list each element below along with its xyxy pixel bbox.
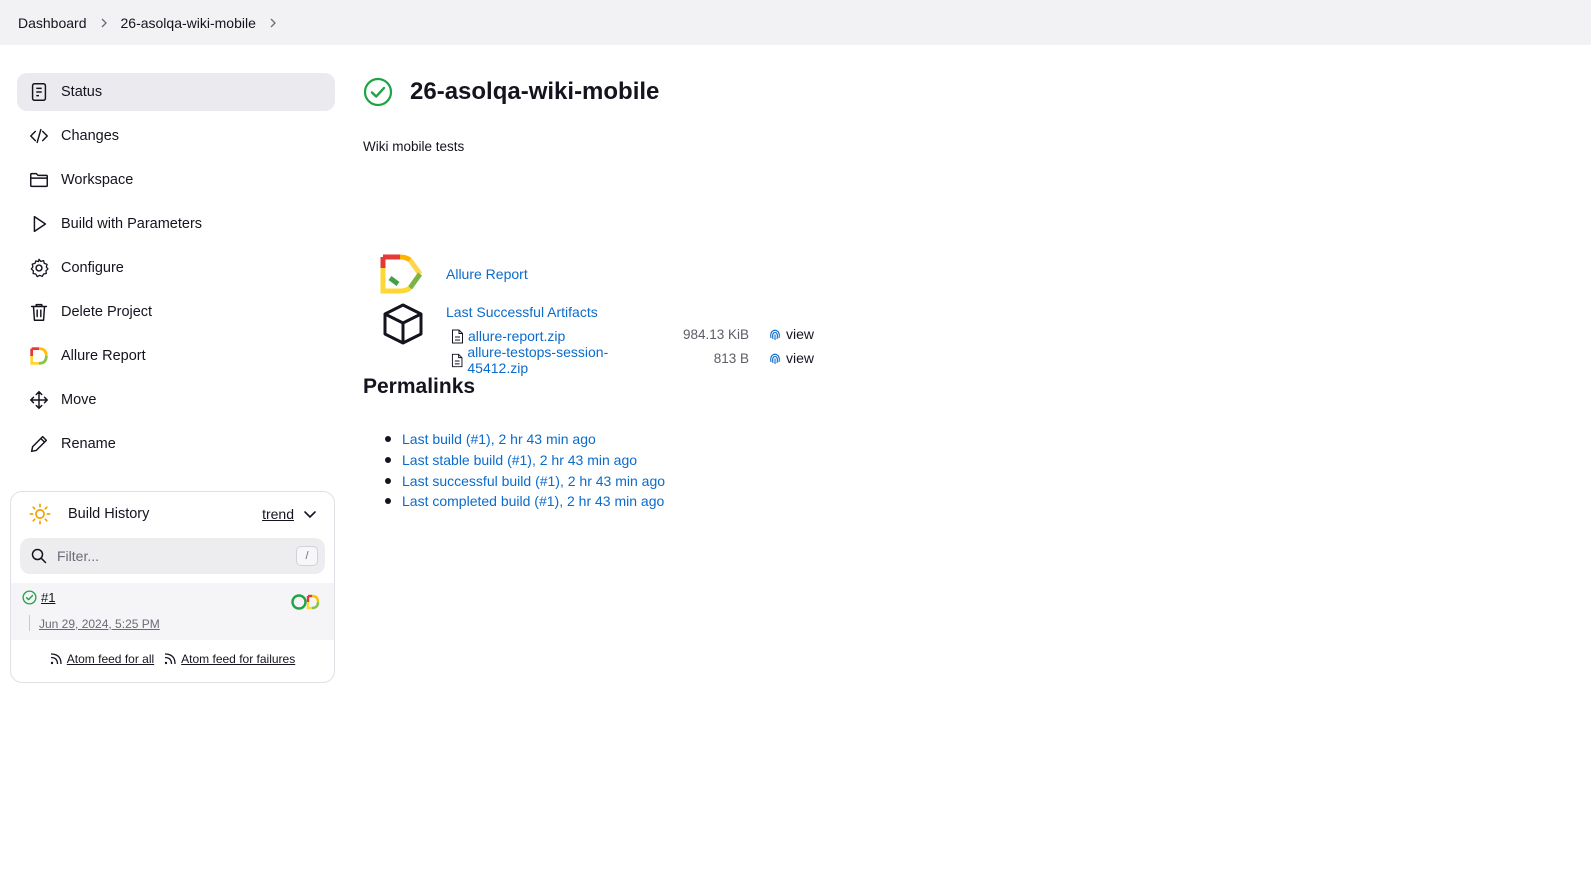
artifact-link[interactable]: allure-report.zip: [468, 328, 565, 344]
permalink-last-successful-build[interactable]: Last successful build (#1), 2 hr 43 min …: [402, 473, 665, 489]
sidebar-item-label: Move: [61, 392, 97, 408]
breadcrumb: Dashboard 26-asolqa-wiki-mobile: [0, 0, 1591, 45]
artifact-view-label: view: [786, 326, 815, 342]
artifact-size: 813 B: [713, 351, 749, 366]
permalink-last-build[interactable]: Last build (#1), 2 hr 43 min ago: [402, 431, 596, 447]
fingerprint-icon: [770, 353, 780, 364]
gear-icon: [27, 256, 51, 280]
list-item: Last completed build (#1), 2 hr 43 min a…: [385, 491, 665, 512]
sidebar-item-label: Changes: [61, 128, 120, 144]
move-icon: [27, 388, 51, 412]
sidebar: Status Changes Workspace Build with Para…: [17, 73, 335, 469]
sidebar-item-label: Rename: [61, 436, 116, 452]
artifact-link[interactable]: allure-testops-session-45412.zip: [467, 344, 659, 376]
page-title: 26-asolqa-wiki-mobile: [410, 78, 660, 105]
permalinks-heading: Permalinks: [363, 375, 476, 398]
sidebar-item-label: Allure Report: [61, 348, 146, 364]
list-item: Last build (#1), 2 hr 43 min ago: [385, 429, 665, 450]
success-check-icon: [22, 590, 37, 605]
atom-feed-all-label: Atom feed for all: [66, 652, 155, 666]
sidebar-item-label: Configure: [61, 260, 124, 276]
search-icon: [31, 548, 47, 564]
breadcrumb-project[interactable]: 26-asolqa-wiki-mobile: [121, 15, 256, 31]
build-filter: /: [20, 538, 325, 574]
folder-icon: [27, 168, 51, 192]
sidebar-item-label: Build with Parameters: [61, 216, 203, 232]
filter-input[interactable]: [57, 548, 277, 564]
build-history-title: Build History: [68, 506, 150, 522]
atom-feed-failures-link[interactable]: Atom feed for failures: [164, 652, 295, 666]
build-row[interactable]: #1 Jun 29, 2024, 5:25 PM: [11, 583, 334, 640]
allure-report-link[interactable]: Allure Report: [446, 266, 528, 282]
list-item: Last stable build (#1), 2 hr 43 min ago: [385, 450, 665, 471]
sidebar-item-delete-project[interactable]: Delete Project: [17, 293, 335, 331]
sidebar-item-workspace[interactable]: Workspace: [17, 161, 335, 199]
sidebar-item-label: Delete Project: [61, 304, 153, 320]
permalink-last-stable-build[interactable]: Last stable build (#1), 2 hr 43 min ago: [402, 452, 637, 468]
code-icon: [27, 124, 51, 148]
artifact-size: 984.13 KiB: [682, 327, 749, 342]
file-icon: [452, 329, 463, 343]
sidebar-item-label: Workspace: [61, 172, 134, 188]
trash-icon: [27, 300, 51, 324]
package-icon: [382, 302, 424, 346]
fingerprint-icon: [770, 329, 780, 340]
page-header: 26-asolqa-wiki-mobile: [363, 72, 659, 112]
chevron-right-icon[interactable]: [87, 13, 121, 33]
sidebar-item-build-with-parameters[interactable]: Build with Parameters: [17, 205, 335, 243]
allure-badge-icon[interactable]: [290, 593, 322, 611]
sidebar-item-move[interactable]: Move: [17, 381, 335, 419]
pencil-icon: [27, 432, 51, 456]
sun-weather-icon: [29, 503, 51, 525]
timeline-divider: [29, 615, 30, 631]
atom-feed-failures-label: Atom feed for failures: [181, 652, 296, 666]
sidebar-item-status[interactable]: Status: [17, 73, 335, 111]
rss-icon: [164, 653, 176, 665]
sidebar-item-configure[interactable]: Configure: [17, 249, 335, 287]
artifact-view-link[interactable]: view: [768, 350, 814, 366]
status-document-icon: [27, 80, 51, 104]
permalinks-list: Last build (#1), 2 hr 43 min ago Last st…: [385, 429, 665, 512]
breadcrumb-dashboard[interactable]: Dashboard: [18, 15, 87, 31]
sidebar-item-changes[interactable]: Changes: [17, 117, 335, 155]
file-icon: [451, 353, 463, 367]
allure-icon: [27, 344, 51, 368]
list-item: Last successful build (#1), 2 hr 43 min …: [385, 470, 665, 491]
artifact-row: allure-testops-session-45412.zip: [451, 344, 659, 376]
artifact-view-label: view: [786, 350, 815, 366]
artifact-view-link[interactable]: view: [768, 326, 814, 342]
project-description: Wiki mobile tests: [363, 139, 465, 154]
atom-feeds: Atom feed for all Atom feed for failures: [11, 652, 334, 666]
atom-feed-all-link[interactable]: Atom feed for all: [50, 652, 154, 666]
keyboard-shortcut-hint: /: [296, 546, 318, 566]
chevron-down-icon[interactable]: [302, 506, 318, 522]
sidebar-item-label: Status: [61, 84, 103, 100]
allure-report-logo-icon[interactable]: [380, 254, 424, 294]
last-successful-artifacts-link[interactable]: Last Successful Artifacts: [446, 304, 598, 320]
rss-icon: [50, 653, 62, 665]
trend-link[interactable]: trend: [262, 506, 294, 522]
main-content: 26-asolqa-wiki-mobile Wiki mobile tests …: [363, 72, 814, 509]
permalink-last-completed-build[interactable]: Last completed build (#1), 2 hr 43 min a…: [402, 493, 664, 509]
play-icon: [27, 212, 51, 236]
build-number-link[interactable]: #1: [41, 590, 55, 605]
sidebar-item-allure-report[interactable]: Allure Report: [17, 337, 335, 375]
build-history-panel: Build History trend / #1 Jun 29, 2024, 5…: [10, 491, 335, 683]
sidebar-item-rename[interactable]: Rename: [17, 425, 335, 463]
success-status-icon: [363, 77, 393, 107]
build-date-link[interactable]: Jun 29, 2024, 5:25 PM: [39, 617, 160, 631]
chevron-right-icon[interactable]: [256, 13, 290, 33]
artifact-row: allure-report.zip: [451, 326, 565, 346]
